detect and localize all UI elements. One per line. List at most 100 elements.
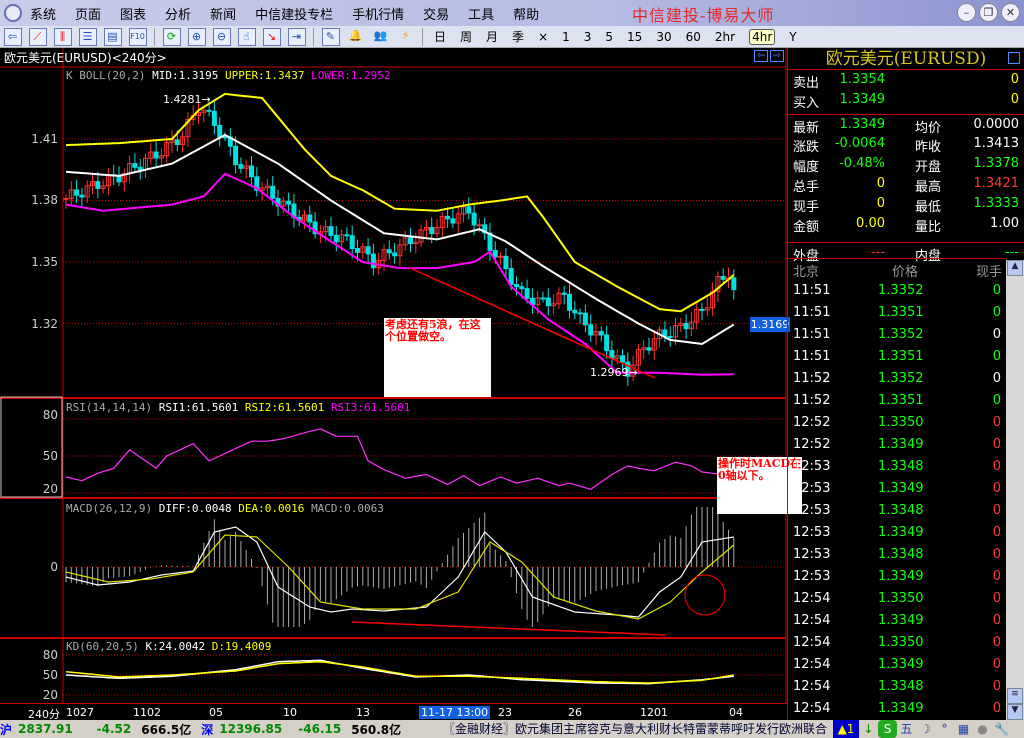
alert-badge[interactable]: ▲1	[833, 720, 859, 738]
period-2hr[interactable]: 2hr	[715, 30, 735, 44]
scroll-left-icon[interactable]: ⇦	[754, 50, 768, 62]
candle-body	[365, 246, 371, 255]
app-logo-icon[interactable]	[4, 4, 22, 22]
list-icon[interactable]: ☰	[78, 27, 97, 46]
s-icon[interactable]: S	[878, 720, 897, 738]
period-week[interactable]: 周	[460, 28, 472, 45]
quote-value: ---	[1004, 245, 1019, 260]
menu-chart[interactable]: 图表	[120, 4, 146, 23]
candle-body	[498, 255, 504, 258]
quote-label: 现手	[793, 200, 820, 215]
five-icon[interactable]: 五	[897, 720, 916, 738]
tick-price: 1.3349	[878, 657, 924, 672]
last-price-tag: 1.3169	[750, 317, 790, 332]
period-x[interactable]: ×	[538, 30, 548, 44]
moon-icon[interactable]: ☽	[916, 720, 935, 738]
minimize-button[interactable]: –	[957, 3, 976, 22]
sh-index: 2837.91	[18, 722, 73, 736]
period-4hr[interactable]: 4hr	[749, 28, 776, 45]
menu-page[interactable]: 页面	[75, 4, 101, 23]
tick-volume: 0	[992, 547, 1001, 562]
kd-k-line	[65, 659, 734, 685]
period-3[interactable]: 3	[584, 30, 592, 44]
alarm-icon[interactable]: 🔔	[347, 28, 365, 46]
annotation-note[interactable]: 考虑还有5浪，在这个位置做空。	[384, 318, 491, 397]
news-ticker[interactable]: 〖金融财经〗欧元集团主席容克与意大利财长特雷蒙蒂呼吁发行欧洲联合主权债券	[443, 720, 833, 738]
candle-body	[545, 297, 551, 307]
macd-dea: DEA:0.0016	[238, 502, 305, 515]
tick-volume: 0	[992, 569, 1001, 584]
tick-time: 12:54	[793, 635, 831, 650]
restore-button[interactable]: ❐	[979, 3, 998, 22]
period-day[interactable]: 日	[434, 28, 446, 45]
menu-news[interactable]: 新闻	[210, 4, 236, 23]
window-icon[interactable]: ↘	[262, 27, 281, 46]
period-5[interactable]: 5	[605, 30, 613, 44]
tick-volume: 0	[992, 459, 1001, 474]
menu-tools[interactable]: 工具	[468, 4, 494, 23]
line-chart-icon[interactable]: ⟋	[28, 27, 47, 46]
period-30[interactable]: 30	[656, 30, 671, 44]
scroll-right-icon[interactable]: ⇨	[770, 50, 784, 62]
quote-label: 卖出	[793, 76, 820, 91]
wrench-icon[interactable]: 🔧	[992, 720, 1011, 738]
kd-tick: 50	[42, 668, 58, 682]
f10-icon[interactable]: F10	[128, 27, 147, 46]
quote-value: 0.0000	[973, 117, 1020, 132]
candle-body	[233, 145, 239, 166]
tick-volume: 0	[992, 635, 1001, 650]
down-arrow-icon[interactable]: ↓	[859, 720, 878, 738]
tick-time: 12:52	[793, 415, 831, 430]
zoom-in-icon[interactable]: ⊕	[187, 27, 206, 46]
keyboard-icon[interactable]: ▦	[954, 720, 973, 738]
candle-body	[211, 110, 217, 126]
candle-body	[492, 249, 498, 258]
period-15[interactable]: 15	[627, 30, 642, 44]
period-1[interactable]: 1	[562, 30, 570, 44]
tick-scrollbar[interactable]: ▲ ≡ ▼	[1006, 260, 1024, 720]
candle-body	[588, 324, 594, 336]
candle-body	[63, 197, 69, 200]
zoom-out-icon[interactable]: ⊖	[212, 27, 231, 46]
quote-value: 0	[1010, 92, 1019, 107]
candle-body	[79, 194, 85, 198]
flash-icon[interactable]: ⚡	[397, 28, 415, 46]
macd-value: MACD:0.0063	[311, 502, 384, 515]
period-60[interactable]: 60	[686, 30, 701, 44]
menu-trade[interactable]: 交易	[423, 4, 449, 23]
report-icon[interactable]: ▤	[103, 27, 122, 46]
menu-system[interactable]: 系统	[30, 4, 56, 23]
scroll-down-button[interactable]: ▼	[1007, 704, 1023, 720]
tick-price: 1.3351	[878, 305, 924, 320]
panel-toggle-icon[interactable]	[1008, 52, 1020, 64]
candle-body	[333, 234, 339, 243]
menu-mobile[interactable]: 手机行情	[352, 4, 404, 23]
scroll-up-button[interactable]: ▲	[1007, 260, 1023, 276]
quote-label: 涨跌	[793, 140, 820, 155]
period-y[interactable]: Y	[789, 30, 796, 44]
draw-icon[interactable]: ✎	[321, 27, 340, 46]
tick-time: 12:53	[793, 459, 831, 474]
period-month[interactable]: 月	[486, 28, 498, 45]
pointer-icon[interactable]: ☝	[237, 27, 256, 46]
quote-value: 0	[876, 196, 885, 211]
boll-name: K BOLL(20,2)	[66, 69, 146, 82]
quote-label: 总手	[793, 180, 820, 195]
user-icon[interactable]: ●	[973, 720, 992, 738]
close-button[interactable]: ✕	[1001, 3, 1020, 22]
boll-upper: UPPER:1.3437	[224, 69, 305, 82]
candle-body	[646, 347, 652, 351]
menu-analysis[interactable]: 分析	[165, 4, 191, 23]
period-quarter[interactable]: 季	[512, 28, 524, 45]
rsi1: RSI1:61.5601	[158, 401, 239, 414]
users-icon[interactable]: 👥	[372, 28, 390, 46]
scroll-thumb[interactable]: ≡	[1007, 688, 1023, 704]
menu-column[interactable]: 中信建投专栏	[255, 4, 333, 23]
kline-icon[interactable]: ⫼	[53, 27, 72, 46]
back-icon[interactable]: ⇦	[3, 27, 22, 46]
degree-icon[interactable]: °	[935, 720, 954, 738]
export-icon[interactable]: ⇥	[287, 27, 306, 46]
quote-label: 幅度	[793, 160, 820, 175]
menu-help[interactable]: 帮助	[513, 4, 539, 23]
refresh-icon[interactable]: ⟳	[162, 27, 181, 46]
